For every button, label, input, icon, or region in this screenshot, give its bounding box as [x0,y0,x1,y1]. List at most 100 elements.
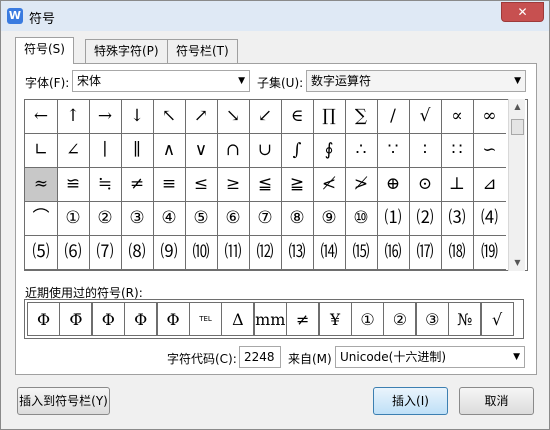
symbol-cell[interactable]: ⒁ [313,236,346,270]
symbol-cell[interactable]: ∮ [313,134,346,168]
encoding-select[interactable]: Unicode(十六进制) ▼ [335,346,525,368]
symbol-cell[interactable]: ⑨ [313,202,346,236]
symbol-cell[interactable]: ≮ [313,168,346,202]
symbol-cell[interactable]: ∷ [441,134,474,168]
symbol-cell[interactable]: ⑶ [441,202,474,236]
recent-symbol-cell[interactable]: √ [480,302,514,336]
symbol-cell[interactable]: ② [89,202,122,236]
symbol-cell[interactable]: ⑧ [281,202,314,236]
symbol-cell[interactable]: ≒ [89,168,122,202]
symbol-cell[interactable]: ≠ [121,168,154,202]
symbol-cell[interactable]: ∝ [441,100,474,134]
symbol-cell[interactable]: ⊿ [473,168,506,202]
symbol-cell[interactable]: ⊙ [409,168,442,202]
symbol-cell[interactable]: ⒃ [377,236,410,270]
symbol-cell[interactable]: ⒀ [281,236,314,270]
symbol-cell[interactable]: ⑥ [217,202,250,236]
symbol-cell[interactable]: ≦ [249,168,282,202]
symbol-cell[interactable]: ∥ [121,134,154,168]
symbol-cell[interactable]: ∏ [313,100,346,134]
symbol-cell[interactable]: ③ [121,202,154,236]
symbol-cell[interactable]: ⊥ [441,168,474,202]
symbol-grid-scrollbar[interactable]: ▲ ▼ [508,99,525,271]
recent-symbol-cell[interactable]: № [448,302,482,336]
insert-button[interactable]: 插入(I) [373,387,448,415]
symbol-cell[interactable]: ④ [153,202,186,236]
scroll-up-icon[interactable]: ▲ [509,99,526,115]
symbol-cell[interactable]: ① [57,202,90,236]
symbol-cell[interactable]: ≡ [153,168,186,202]
symbol-cell[interactable]: → [89,100,122,134]
symbol-cell[interactable]: ≧ [281,168,314,202]
cancel-button[interactable]: 取消 [459,387,534,415]
symbol-cell[interactable]: ∨ [185,134,218,168]
symbol-cell[interactable]: ⑷ [473,202,506,236]
symbol-cell[interactable]: ∧ [153,134,186,168]
recent-symbol-cell[interactable]: Φ [124,302,158,336]
tab-special-chars[interactable]: 特殊字符(P) [85,39,168,63]
symbol-cell[interactable]: ⑽ [185,236,218,270]
recent-symbol-cell[interactable]: ① [351,302,384,336]
close-button[interactable]: ✕ [501,2,544,22]
symbol-cell[interactable]: ⑵ [409,202,442,236]
tab-symbol-bar[interactable]: 符号栏(T) [167,39,238,63]
symbol-cell[interactable]: ⒂ [345,236,378,270]
symbol-cell[interactable]: ≤ [185,168,218,202]
font-select[interactable]: 宋体 ▼ [72,70,250,92]
recent-symbol-cell[interactable]: Φ̄ [59,302,93,336]
recent-symbol-cell[interactable]: Δ [221,302,255,336]
recent-symbol-cell[interactable]: Φ [91,302,125,336]
char-code-input[interactable]: 2248 [239,346,281,368]
symbol-cell[interactable]: ⑼ [153,236,186,270]
symbol-cell[interactable]: ↖ [153,100,186,134]
symbol-cell[interactable]: ⑤ [185,202,218,236]
symbol-cell[interactable]: ∞ [473,100,506,134]
recent-symbol-cell[interactable]: Φ [156,302,190,336]
symbol-cell[interactable]: ∵ [377,134,410,168]
symbol-cell[interactable]: ∶ [409,134,442,168]
symbol-cell[interactable]: ⒄ [409,236,442,270]
symbol-cell[interactable]: ≈ [25,168,58,202]
symbol-cell[interactable]: ≥ [217,168,250,202]
symbol-cell[interactable]: ⑦ [249,202,282,236]
symbol-cell[interactable]: ∟ [25,134,58,168]
scroll-thumb[interactable] [511,119,524,135]
symbol-cell[interactable]: ↑ [57,100,90,134]
insert-to-symbol-bar-button[interactable]: 插入到符号栏(Y) [17,387,110,415]
symbol-cell[interactable]: ∩ [217,134,250,168]
subset-select[interactable]: 数字运算符 ▼ [306,70,526,92]
symbol-cell[interactable]: ⑾ [217,236,250,270]
symbol-cell[interactable]: ⑿ [249,236,282,270]
symbol-cell[interactable]: ⒆ [473,236,506,270]
symbol-cell[interactable]: √ [409,100,442,134]
symbol-cell[interactable]: ≌ [57,168,90,202]
symbol-cell[interactable]: ∑ [345,100,378,134]
symbol-cell[interactable]: ≯ [345,168,378,202]
symbol-cell[interactable]: ∣ [89,134,122,168]
symbol-cell[interactable]: ⑻ [121,236,154,270]
recent-symbol-cell[interactable]: ③ [415,302,449,336]
symbol-cell[interactable]: ∠ [57,134,90,168]
recent-symbol-cell[interactable]: ② [383,302,417,336]
scroll-down-icon[interactable]: ▼ [509,255,526,271]
recent-symbol-cell[interactable]: mm [253,302,287,336]
recent-symbol-cell[interactable]: TEL [189,302,222,336]
symbol-cell[interactable]: ∈ [281,100,314,134]
symbol-cell[interactable]: ∪ [249,134,282,168]
recent-symbol-cell[interactable]: ¥ [318,302,352,336]
symbol-cell[interactable]: ↗ [185,100,218,134]
symbol-cell[interactable]: ↘ [217,100,250,134]
symbol-cell[interactable]: ⌒ [25,202,58,236]
symbol-cell[interactable]: ∕ [377,100,410,134]
symbol-cell[interactable]: ⒅ [441,236,474,270]
symbol-cell[interactable]: ⑸ [25,236,58,270]
recent-symbol-cell[interactable]: Φ [27,302,60,336]
symbol-cell[interactable]: ← [25,100,58,134]
symbol-cell[interactable]: ∫ [281,134,314,168]
symbol-cell[interactable]: ↙ [249,100,282,134]
symbol-cell[interactable]: ∽ [473,134,506,168]
symbol-cell[interactable]: ∴ [345,134,378,168]
symbol-cell[interactable]: ⊕ [377,168,410,202]
recent-symbol-cell[interactable]: ≠ [286,302,320,336]
symbol-cell[interactable]: ⑺ [89,236,122,270]
